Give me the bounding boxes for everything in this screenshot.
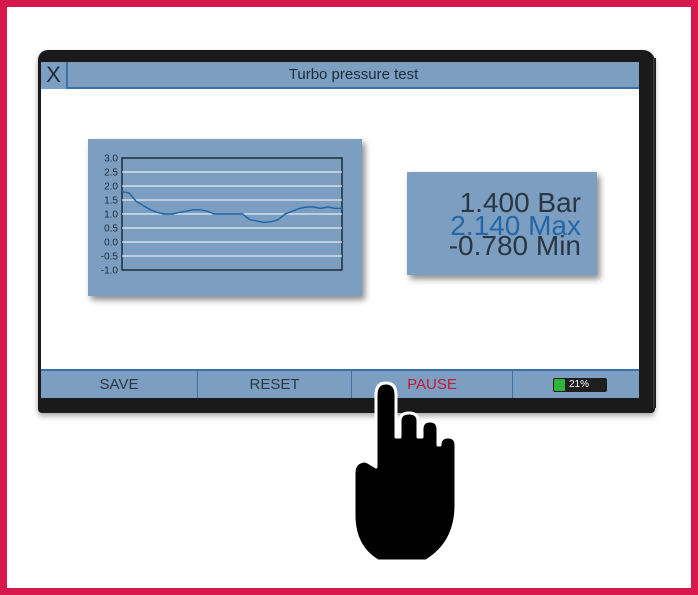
y-tick-label: 1.0	[104, 210, 118, 221]
pressure-series-line	[121, 190, 342, 224]
save-button[interactable]: SAVE	[41, 371, 198, 398]
y-tick-label: 2.5	[104, 168, 118, 179]
reset-button[interactable]: RESET	[198, 371, 352, 398]
y-tick-label: 0.0	[104, 238, 118, 249]
pointing-hand-icon	[352, 381, 458, 563]
y-tick-label: -1.0	[101, 266, 119, 277]
y-tick-label: 1.5	[104, 196, 118, 207]
pressure-readout-panel: 1.400 Bar 2.140 Max -0.780 Min	[407, 172, 597, 275]
battery-icon: 21%	[553, 378, 607, 392]
y-tick-label: 3.0	[104, 154, 118, 165]
y-tick-label: -0.5	[101, 252, 119, 263]
device-screen: X Turbo pressure test 3.0 2.5 2.0 1.5 1.0 0.5…	[41, 62, 639, 398]
pressure-graph-panel: 3.0 2.5 2.0 1.5 1.0 0.5 0.0 -0.5 -1.0	[88, 139, 362, 296]
title-bar: X Turbo pressure test	[41, 62, 639, 89]
min-pressure-value: -0.780 Min	[448, 230, 581, 261]
device-edge	[653, 58, 656, 408]
y-tick-label: 2.0	[104, 182, 118, 193]
window-title: Turbo pressure test	[288, 66, 419, 83]
pressure-chart: 3.0 2.5 2.0 1.5 1.0 0.5 0.0 -0.5 -1.0	[101, 154, 343, 277]
y-tick-label: 0.5	[104, 224, 118, 235]
battery-percent: 21%	[568, 379, 589, 390]
close-button[interactable]: X	[41, 62, 68, 89]
battery-indicator: 21%	[513, 371, 639, 398]
